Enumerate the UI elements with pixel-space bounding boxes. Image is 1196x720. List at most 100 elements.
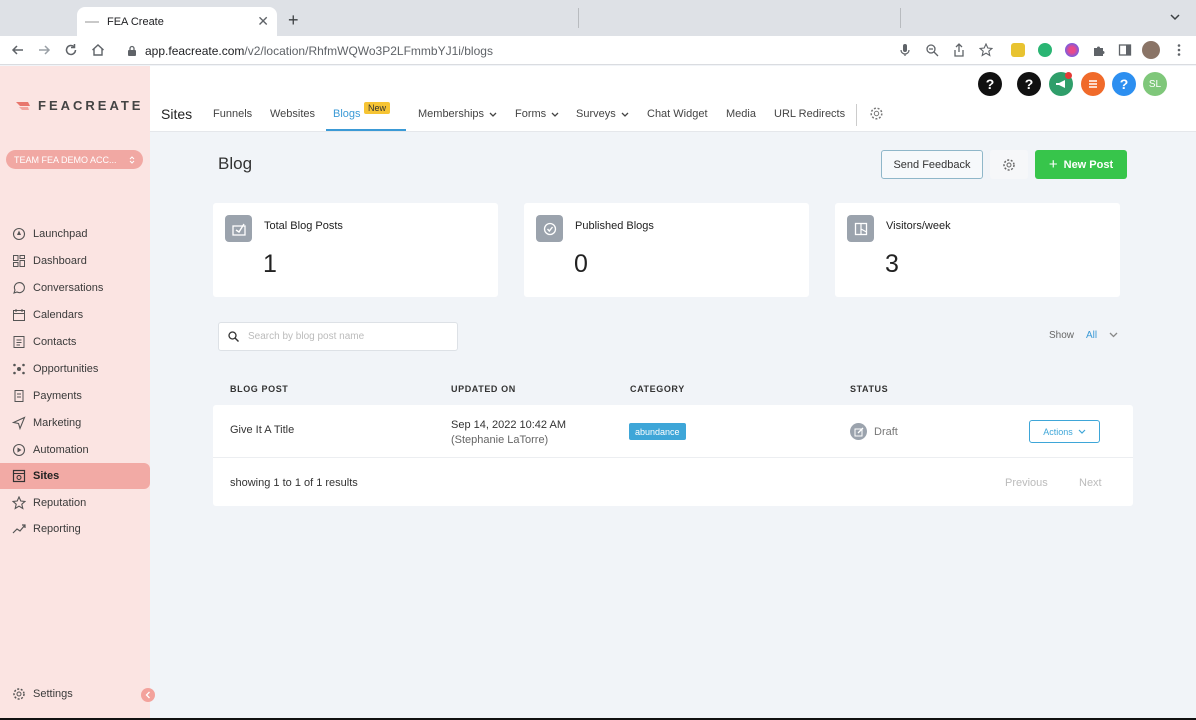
- sidebar-item-conversations[interactable]: Conversations: [0, 275, 150, 301]
- next-page-button[interactable]: Next: [1079, 477, 1102, 489]
- stat-label: Published Blogs: [575, 220, 654, 232]
- new-tab-icon[interactable]: +: [288, 11, 299, 29]
- tab-separator: [900, 8, 901, 28]
- sidebar-item-automation[interactable]: Automation: [0, 437, 150, 463]
- chevron-down-icon: [551, 112, 559, 117]
- microphone-icon[interactable]: [898, 43, 912, 57]
- chevron-down-icon[interactable]: [1170, 13, 1180, 21]
- new-post-label: New Post: [1063, 158, 1114, 171]
- zoom-icon[interactable]: [925, 43, 939, 57]
- sidebar-item-payments[interactable]: Payments: [0, 383, 150, 409]
- list-icon: [1089, 80, 1097, 88]
- column-header-category[interactable]: CATEGORY: [630, 384, 685, 394]
- user-avatar[interactable]: SL: [1143, 72, 1167, 96]
- sidebar-item-reporting[interactable]: Reporting: [0, 516, 150, 542]
- show-filter-select[interactable]: All: [1086, 330, 1097, 341]
- tab-media[interactable]: Media: [726, 108, 756, 120]
- stat-value: 0: [574, 250, 588, 278]
- sites-settings-button[interactable]: [869, 106, 884, 121]
- column-header-status[interactable]: STATUS: [850, 384, 888, 394]
- new-post-button[interactable]: + New Post: [1035, 150, 1127, 179]
- help-button[interactable]: ?: [978, 72, 1002, 96]
- bookmark-star-icon[interactable]: [979, 43, 993, 57]
- back-icon[interactable]: [10, 42, 26, 58]
- chevron-left-icon: [145, 691, 150, 699]
- puzzle-icon[interactable]: [1092, 43, 1106, 57]
- chevron-down-icon[interactable]: [1109, 332, 1118, 338]
- opportunities-icon: [12, 362, 26, 376]
- tab-url-redirects[interactable]: URL Redirects: [774, 108, 845, 120]
- search-icon: [228, 331, 239, 342]
- category-badge: abundance: [629, 423, 686, 440]
- help-button-2[interactable]: ?: [1017, 72, 1041, 96]
- sidebar-item-label: Calendars: [33, 309, 84, 321]
- chat-icon: [12, 281, 26, 295]
- gear-icon: [870, 107, 883, 120]
- payments-icon: [12, 389, 26, 403]
- notification-dot: [1065, 72, 1072, 79]
- extension-color-icon[interactable]: [1065, 43, 1079, 57]
- search-box: [218, 322, 458, 351]
- help-icon: ?: [985, 76, 995, 92]
- tab-chat-widget[interactable]: Chat Widget: [647, 108, 708, 120]
- stat-card-visitors: Visitors/week 3: [835, 203, 1120, 297]
- brand-logo[interactable]: FEACREATE: [16, 98, 143, 113]
- post-title[interactable]: Give It A Title: [230, 424, 294, 436]
- location-switcher[interactable]: TEAM FEA DEMO ACC...: [6, 150, 143, 169]
- sidebar-item-calendars[interactable]: Calendars: [0, 302, 150, 328]
- reload-icon[interactable]: [63, 42, 79, 58]
- changelog-button[interactable]: [1081, 72, 1105, 96]
- actions-dropdown[interactable]: Actions: [1029, 420, 1100, 443]
- grammarly-icon[interactable]: [1038, 43, 1052, 57]
- tab-blogs[interactable]: Blogs: [333, 108, 361, 120]
- question-icon: ?: [1119, 76, 1129, 92]
- contacts-icon: [12, 335, 26, 349]
- sidebar-item-launchpad[interactable]: Launchpad: [0, 221, 150, 247]
- browser-profile-avatar[interactable]: [1142, 41, 1160, 59]
- collapse-sidebar-button[interactable]: [141, 688, 155, 702]
- tab-surveys[interactable]: Surveys: [576, 108, 629, 120]
- calendar-icon: [12, 308, 26, 322]
- chevron-down-icon: [489, 112, 497, 117]
- previous-page-button[interactable]: Previous: [1005, 477, 1048, 489]
- extension-yellow-icon[interactable]: [1011, 43, 1025, 57]
- blog-post-icon: [225, 215, 252, 242]
- tab-forms[interactable]: Forms: [515, 108, 559, 120]
- rocket-icon: [12, 227, 26, 241]
- sites-subnav: Sites Funnels Websites Blogs New Members…: [150, 102, 1196, 132]
- stat-value: 3: [885, 250, 899, 278]
- table-row[interactable]: Give It A Title Sep 14, 2022 10:42 AM (S…: [213, 405, 1133, 458]
- address-bar[interactable]: app.feacreate.com/v2/location/RhfmWQWo3P…: [117, 39, 1005, 62]
- home-icon[interactable]: [90, 42, 106, 58]
- sidebar-item-opportunities[interactable]: Opportunities: [0, 356, 150, 382]
- location-name: TEAM FEA DEMO ACC...: [14, 154, 117, 165]
- send-feedback-button[interactable]: Send Feedback: [881, 150, 983, 179]
- browser-tab-bar: FEA Create ✕ +: [0, 0, 1196, 36]
- announcements-button[interactable]: [1049, 72, 1073, 96]
- support-button[interactable]: ?: [1112, 72, 1136, 96]
- sidebar-item-contacts[interactable]: Contacts: [0, 329, 150, 355]
- help-icon: ?: [1024, 76, 1034, 92]
- more-vert-icon[interactable]: [1172, 43, 1186, 57]
- side-panel-icon[interactable]: [1118, 43, 1132, 57]
- sidebar-item-sites[interactable]: Sites: [0, 463, 150, 489]
- share-icon[interactable]: [952, 43, 966, 57]
- tab-websites[interactable]: Websites: [270, 108, 315, 120]
- send-icon: [12, 416, 26, 430]
- close-tab-icon[interactable]: ✕: [257, 13, 269, 30]
- search-input[interactable]: [248, 331, 448, 342]
- sidebar-item-dashboard[interactable]: Dashboard: [0, 248, 150, 274]
- browser-tab[interactable]: FEA Create ✕: [77, 7, 277, 36]
- megaphone-icon: [1056, 80, 1065, 88]
- column-header-blog-post[interactable]: BLOG POST: [230, 384, 288, 394]
- tab-funnels[interactable]: Funnels: [213, 108, 252, 120]
- status-text: Draft: [874, 425, 898, 438]
- column-header-updated-on[interactable]: UPDATED ON: [451, 384, 516, 394]
- sidebar-item-settings[interactable]: Settings: [0, 681, 150, 707]
- tab-memberships[interactable]: Memberships: [418, 108, 497, 120]
- sidebar-item-marketing[interactable]: Marketing: [0, 410, 150, 436]
- stat-card-published: Published Blogs 0: [524, 203, 809, 297]
- sidebar-item-reputation[interactable]: Reputation: [0, 490, 150, 516]
- blog-settings-button[interactable]: [990, 150, 1028, 179]
- forward-icon[interactable]: [36, 42, 52, 58]
